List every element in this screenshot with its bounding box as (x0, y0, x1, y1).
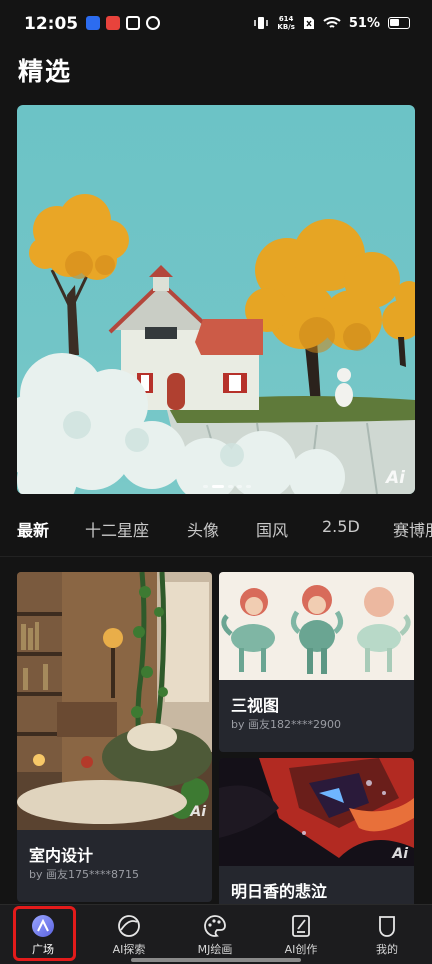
page-title: 精选 (18, 57, 73, 86)
card-author[interactable]: by 画友182****2900 (231, 716, 341, 732)
network-speed: 614 KB/s (277, 15, 294, 31)
nav-ai-explore[interactable]: AI探索 (86, 909, 172, 963)
artwork-card-three-view[interactable]: 三视图 by 画友182****2900 (219, 572, 414, 752)
tab-2-5d[interactable]: 2.5D (322, 517, 360, 536)
artwork-card-interior[interactable]: Ai 室内设计 by 画友175****8715 (17, 572, 212, 902)
pager-dot[interactable] (228, 485, 233, 488)
create-icon (292, 915, 310, 937)
nav-profile[interactable]: 我的 (344, 909, 430, 963)
tab-zodiac[interactable]: 十二星座 (85, 517, 149, 541)
nav-mj-paint[interactable]: MJ绘画 (172, 909, 258, 963)
shopping-app-icon (106, 16, 120, 30)
calendar-app-icon (126, 16, 140, 30)
tab-latest[interactable]: 最新 (17, 517, 49, 541)
battery-percent: 51% (348, 15, 380, 31)
category-tabs: 最新 十二星座 头像 国风 2.5D 赛博朋 (0, 513, 432, 545)
card-watermark: Ai (392, 846, 408, 862)
home-indicator[interactable] (131, 958, 301, 962)
card-title: 室内设计 (29, 846, 94, 865)
tab-cyberpunk[interactable]: 赛博朋 (393, 517, 432, 541)
nav-label: AI创作 (284, 943, 318, 956)
nav-label: 我的 (376, 943, 398, 956)
artwork-image-interior (17, 572, 212, 830)
explore-icon (118, 915, 140, 937)
video-app-icon (86, 16, 100, 30)
palette-icon (204, 915, 226, 937)
nav-label: MJ绘画 (197, 943, 233, 956)
leaf-app-icon (146, 16, 160, 30)
tabs-divider (0, 556, 432, 557)
banner-artwork (17, 194, 415, 494)
tab-avatar[interactable]: 头像 (187, 517, 219, 541)
notification-icons (86, 16, 160, 30)
vibrate-icon (254, 17, 269, 29)
profile-icon (379, 916, 395, 937)
banner-pager[interactable] (203, 485, 251, 488)
status-time: 12:05 (24, 14, 79, 34)
nav-label: AI探索 (112, 943, 146, 956)
card-author[interactable]: by 画友175****8715 (29, 866, 139, 882)
network-speed-value: 614 (278, 15, 294, 23)
system-indicators: 614 KB/s 51% (253, 15, 410, 31)
nav-ai-create[interactable]: AI创作 (258, 909, 344, 963)
pager-dot-active[interactable] (212, 485, 224, 488)
network-speed-unit: KB/s (277, 23, 295, 31)
card-title: 三视图 (231, 696, 280, 715)
status-bar: 12:05 614 KB/s 51% (0, 0, 432, 50)
battery-icon (388, 17, 410, 29)
artwork-image-three-view (219, 572, 414, 680)
pager-dot[interactable] (203, 485, 208, 488)
card-watermark: Ai (190, 804, 206, 820)
banner-watermark: Ai (386, 468, 405, 488)
card-title: 明日香的悲泣 (231, 882, 328, 901)
artwork-image-asuka (219, 758, 414, 866)
pager-dot[interactable] (237, 485, 242, 488)
wifi-icon (323, 17, 341, 28)
sim-icon (303, 17, 314, 29)
artwork-card-asuka[interactable]: Ai 明日香的悲泣 (219, 758, 414, 908)
active-tab-highlight (13, 906, 76, 961)
tab-chinese-style[interactable]: 国风 (256, 517, 288, 541)
featured-banner[interactable]: Ai (17, 105, 415, 494)
pager-dot[interactable] (246, 485, 251, 488)
